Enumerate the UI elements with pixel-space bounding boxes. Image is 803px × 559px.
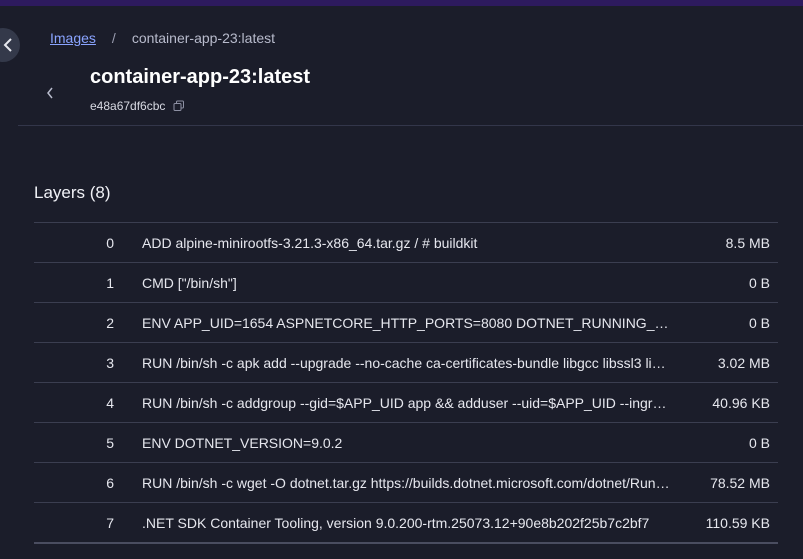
- chevron-left-icon: [47, 87, 53, 99]
- layer-index: 3: [106, 354, 114, 371]
- chevron-left-icon: [3, 38, 12, 52]
- table-row[interactable]: 6 RUN /bin/sh -c wget -O dotnet.tar.gz h…: [34, 463, 778, 503]
- layer-size: 78.52 MB: [710, 474, 770, 491]
- image-digest: e48a67df6cbc: [90, 99, 185, 113]
- layer-size: 0 B: [748, 314, 770, 331]
- layer-command: RUN /bin/sh -c addgroup --gid=$APP_UID a…: [142, 394, 672, 411]
- layer-size: 3.02 MB: [717, 354, 770, 371]
- breadcrumb-link-images[interactable]: Images: [50, 30, 96, 46]
- layer-size: 40.96 KB: [712, 394, 770, 411]
- layer-index: 6: [106, 474, 114, 491]
- table-row[interactable]: 1 CMD ["/bin/sh"] 0 B: [34, 263, 778, 303]
- table-row[interactable]: 7 .NET SDK Container Tooling, version 9.…: [34, 503, 778, 544]
- layer-size: 110.59 KB: [705, 514, 770, 531]
- layer-command: ENV DOTNET_VERSION=9.0.2: [142, 434, 343, 451]
- page-title: container-app-23:latest: [90, 66, 311, 88]
- layers-heading: Layers (8): [34, 183, 111, 202]
- layer-index: 4: [106, 394, 114, 411]
- layer-index: 1: [106, 274, 114, 291]
- sidebar-collapse-button[interactable]: [0, 28, 20, 62]
- table-row[interactable]: 5 ENV DOTNET_VERSION=9.0.2 0 B: [34, 423, 778, 463]
- table-row[interactable]: 4 RUN /bin/sh -c addgroup --gid=$APP_UID…: [34, 383, 778, 423]
- layer-command: ENV APP_UID=1654 ASPNETCORE_HTTP_PORTS=8…: [142, 314, 672, 331]
- layer-index: 2: [106, 314, 114, 331]
- header-divider: [18, 125, 803, 126]
- top-accent-bar: [0, 0, 803, 6]
- back-button[interactable]: [40, 83, 60, 103]
- table-row[interactable]: 3 RUN /bin/sh -c apk add --upgrade --no-…: [34, 343, 778, 383]
- layer-size: 8.5 MB: [725, 234, 770, 251]
- layer-index: 0: [106, 234, 114, 251]
- breadcrumb: Images / container-app-23:latest: [50, 30, 275, 46]
- layer-index: 7: [106, 514, 114, 531]
- layer-size: 0 B: [748, 274, 770, 291]
- layer-command: RUN /bin/sh -c wget -O dotnet.tar.gz htt…: [142, 474, 672, 491]
- layer-command: RUN /bin/sh -c apk add --upgrade --no-ca…: [142, 354, 672, 371]
- layer-size: 0 B: [748, 434, 770, 451]
- breadcrumb-separator: /: [111, 30, 116, 46]
- table-row[interactable]: 0 ADD alpine-minirootfs-3.21.3-x86_64.ta…: [34, 223, 778, 263]
- breadcrumb-current: container-app-23:latest: [131, 30, 276, 46]
- layer-command: ADD alpine-minirootfs-3.21.3-x86_64.tar.…: [142, 234, 478, 251]
- digest-value: e48a67df6cbc: [90, 99, 166, 113]
- table-row[interactable]: 2 ENV APP_UID=1654 ASPNETCORE_HTTP_PORTS…: [34, 303, 778, 343]
- layers-table: 0 ADD alpine-minirootfs-3.21.3-x86_64.ta…: [34, 222, 778, 544]
- copy-icon[interactable]: [173, 100, 185, 112]
- layer-command: .NET SDK Container Tooling, version 9.0.…: [142, 514, 650, 531]
- layer-command: CMD ["/bin/sh"]: [142, 274, 237, 291]
- layer-index: 5: [106, 434, 114, 451]
